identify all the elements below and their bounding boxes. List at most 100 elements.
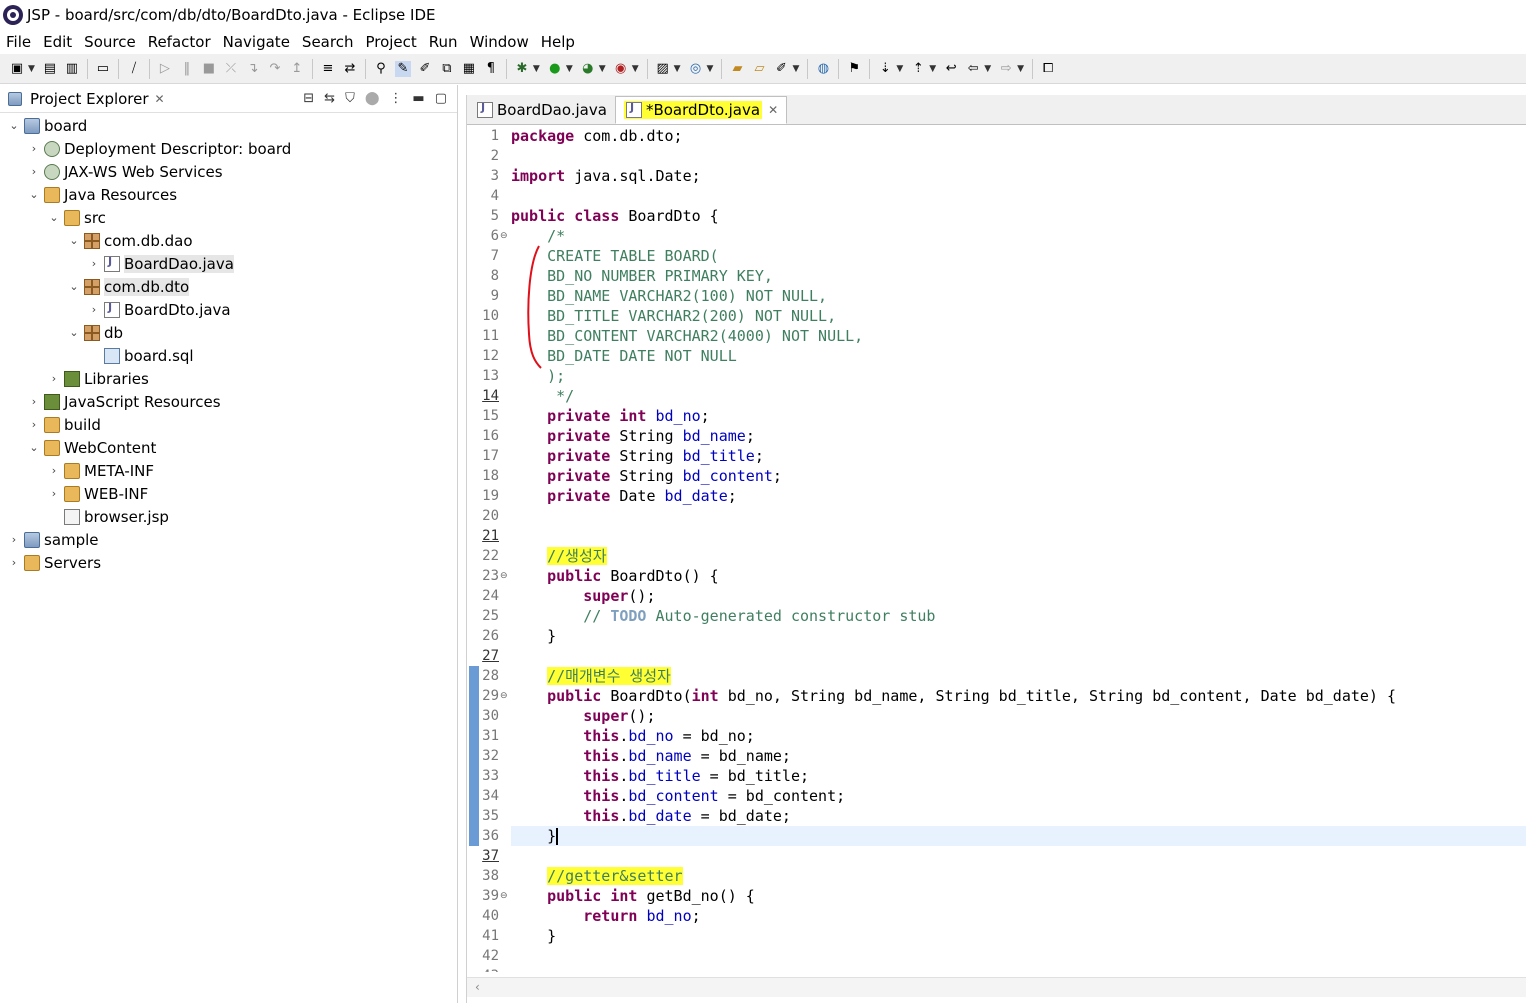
chevron-down-icon[interactable]: ⌄ xyxy=(26,441,42,454)
tree-item[interactable]: ⌄ com.db.dao xyxy=(66,229,192,252)
tree-item[interactable]: › Deployment Descriptor: board xyxy=(26,137,292,160)
collapse-all-icon[interactable]: ⊟ xyxy=(303,91,314,106)
menu-search[interactable]: Search xyxy=(302,33,354,51)
chevron-right-icon[interactable]: › xyxy=(46,487,62,500)
last-edit-icon[interactable]: ↩ xyxy=(943,61,959,77)
chevron-down-icon[interactable]: ⌄ xyxy=(66,326,82,339)
tree-item[interactable]: ⌄ com.db.dto xyxy=(66,275,190,298)
chevron-down-icon[interactable]: ▼ xyxy=(674,64,681,74)
tab-boarddao[interactable]: BoardDao.java xyxy=(467,96,615,124)
menu-project[interactable]: Project xyxy=(365,33,416,51)
menu-window[interactable]: Window xyxy=(470,33,529,51)
chevron-down-icon[interactable]: ▼ xyxy=(632,64,639,74)
chevron-right-icon[interactable]: › xyxy=(86,257,102,270)
skip-breakpoints-icon[interactable]: ⧸ xyxy=(126,61,142,77)
tree-item[interactable]: ⌄ db xyxy=(66,321,123,344)
tree-item[interactable]: › Servers xyxy=(6,551,101,574)
chevron-down-icon[interactable]: ▼ xyxy=(566,64,573,74)
terminal-icon[interactable]: ▭ xyxy=(95,61,111,77)
chevron-down-icon[interactable]: ▼ xyxy=(929,64,936,74)
project-explorer-title[interactable]: Project Explorer xyxy=(30,90,149,108)
tree-item[interactable]: › BoardDao.java xyxy=(86,252,234,275)
chevron-right-icon[interactable]: › xyxy=(26,395,42,408)
next-annotation-icon[interactable]: ⇣ xyxy=(877,61,893,77)
chevron-down-icon[interactable]: ▼ xyxy=(28,64,35,74)
tree-item[interactable]: board.sql xyxy=(86,344,194,367)
resume-icon[interactable]: ▷ xyxy=(157,61,173,77)
chevron-right-icon[interactable]: › xyxy=(46,372,62,385)
coverage-icon[interactable]: ◕ xyxy=(580,61,596,77)
suspend-icon[interactable]: ‖ xyxy=(179,61,195,77)
tree-item[interactable]: browser.jsp xyxy=(46,505,169,528)
new-server-icon[interactable]: ▨ xyxy=(655,61,671,77)
save-icon[interactable]: ▤ xyxy=(42,61,58,77)
fold-toggle-icon[interactable]: ⊖ xyxy=(500,891,508,901)
tree-item[interactable]: › sample xyxy=(6,528,99,551)
chevron-down-icon[interactable]: ▼ xyxy=(707,64,714,74)
tree-item[interactable]: ⌄ WebContent xyxy=(26,436,156,459)
chevron-down-icon[interactable]: ⌄ xyxy=(6,119,22,132)
toggle-icon[interactable]: ⇄ xyxy=(342,61,358,77)
new-icon[interactable]: ▣ xyxy=(9,61,25,77)
focus-icon[interactable]: ⬤ xyxy=(365,91,380,106)
chevron-down-icon[interactable]: ▼ xyxy=(792,64,799,74)
minimize-icon[interactable]: ▬ xyxy=(412,91,424,106)
menu-file[interactable]: File xyxy=(6,33,31,51)
fold-toggle-icon[interactable]: ⊖ xyxy=(500,691,508,701)
external-tools-icon[interactable]: ◉ xyxy=(613,61,629,77)
tree-item[interactable]: › Libraries xyxy=(46,367,149,390)
run-icon[interactable]: ● xyxy=(547,61,563,77)
chevron-down-icon[interactable]: ▼ xyxy=(1017,64,1024,74)
highlight-icon[interactable]: ✐ xyxy=(417,61,433,77)
step-into-icon[interactable]: ↴ xyxy=(245,61,261,77)
tree-item[interactable]: › WEB-INF xyxy=(46,482,149,505)
menu-navigate[interactable]: Navigate xyxy=(223,33,290,51)
tree-item[interactable]: › JavaScript Resources xyxy=(26,390,221,413)
chevron-down-icon[interactable]: ▼ xyxy=(896,64,903,74)
chevron-down-icon[interactable]: ⌄ xyxy=(66,280,82,293)
tree-item[interactable]: ⌄ Java Resources xyxy=(26,183,177,206)
chevron-down-icon[interactable]: ▼ xyxy=(599,64,606,74)
mark-occurrences-icon[interactable]: ✎ xyxy=(394,60,411,77)
tree-item[interactable]: › build xyxy=(26,413,101,436)
step-over-icon[interactable]: ↷ xyxy=(267,61,283,77)
view-menu-icon[interactable]: ⋮ xyxy=(389,91,402,106)
debug-icon[interactable]: ✱ xyxy=(514,61,530,77)
chevron-down-icon[interactable]: ⌄ xyxy=(26,188,42,201)
open-perspective-icon[interactable]: ⧠ xyxy=(1040,61,1056,77)
menu-run[interactable]: Run xyxy=(429,33,458,51)
save-all-icon[interactable]: ▥ xyxy=(64,61,80,77)
open-type-icon[interactable]: ⚲ xyxy=(373,61,389,77)
chevron-right-icon[interactable]: › xyxy=(86,303,102,316)
block-selection-icon[interactable]: ⧉ xyxy=(439,61,455,77)
fold-toggle-icon[interactable]: ⊖ xyxy=(500,231,508,241)
tab-boarddto[interactable]: *BoardDto.java ✕ xyxy=(614,96,788,124)
tree-item[interactable]: ⌄ src xyxy=(46,206,106,229)
tree-item[interactable]: ⌄ board xyxy=(6,114,87,137)
chevron-right-icon[interactable]: › xyxy=(26,418,42,431)
menu-refactor[interactable]: Refactor xyxy=(148,33,211,51)
close-icon[interactable]: ✕ xyxy=(155,92,165,106)
chevron-right-icon[interactable]: › xyxy=(26,142,42,155)
chevron-right-icon[interactable]: › xyxy=(26,165,42,178)
step-return-icon[interactable]: ↥ xyxy=(289,61,305,77)
globe-icon[interactable]: ◍ xyxy=(815,61,831,77)
code-editor[interactable]: 1 2 3 4 5 6 ⊖ 7 8 9 10 11 12 13 14 15 16 17 18 19 20 21 22 23 ⊖ 2… xyxy=(467,126,1526,973)
chevron-right-icon[interactable]: › xyxy=(6,533,22,546)
forward-icon[interactable]: ⇨ xyxy=(998,61,1014,77)
format-icon[interactable]: ≡ xyxy=(320,61,336,77)
open-folder-icon[interactable]: ▰ xyxy=(729,61,745,77)
tree-item[interactable]: › META-INF xyxy=(46,459,154,482)
chevron-left-icon[interactable]: ‹ xyxy=(475,980,480,994)
new-class-icon[interactable]: ◎ xyxy=(688,61,704,77)
chevron-down-icon[interactable]: ⌄ xyxy=(46,211,62,224)
chevron-down-icon[interactable]: ⌄ xyxy=(66,234,82,247)
terminate-icon[interactable]: ■ xyxy=(201,61,217,77)
prev-annotation-icon[interactable]: ⇡ xyxy=(910,61,926,77)
search-icon[interactable]: ✐ xyxy=(773,61,789,77)
disconnect-icon[interactable]: ⤫ xyxy=(223,61,239,77)
chevron-down-icon[interactable]: ▼ xyxy=(533,64,540,74)
horizontal-scrollbar[interactable]: ‹ xyxy=(467,977,1526,997)
maximize-icon[interactable]: ▢ xyxy=(435,91,447,106)
pin-icon[interactable]: ⚑ xyxy=(846,61,862,77)
